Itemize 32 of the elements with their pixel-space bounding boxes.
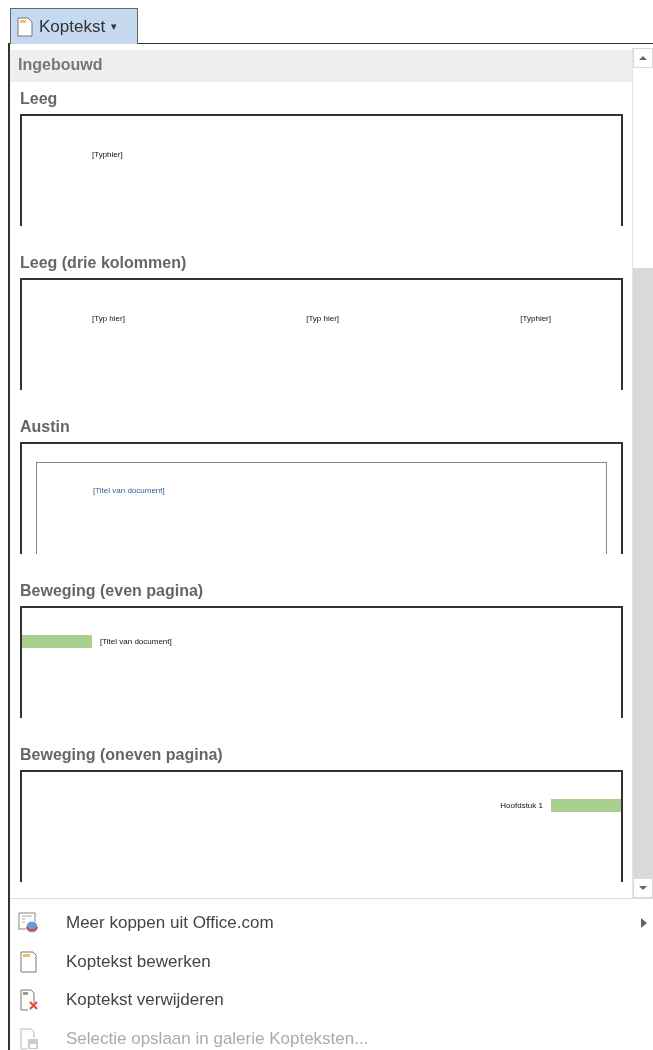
gallery-item-title: Austin — [19, 417, 71, 437]
menu-item[interactable]: Koptekst bewerken — [10, 942, 653, 981]
header-preview[interactable]: [Typhier] — [20, 114, 623, 226]
globe-icon — [18, 912, 40, 935]
page-number-bar — [551, 799, 621, 812]
gallery-item-title: Leeg (drie kolommen) — [19, 253, 188, 273]
menu-item[interactable]: Meer koppen uit Office.com — [10, 904, 653, 943]
header-preview[interactable]: [Titel van document] — [20, 442, 623, 554]
preview-text: [Titel van document] — [93, 486, 165, 495]
header-preview[interactable]: [Typ hier] [Typ hier] [Typhier] — [20, 278, 623, 390]
scroll-up-icon[interactable] — [634, 49, 652, 67]
header-dropdown-button[interactable]: Koptekst ▾ — [10, 8, 138, 44]
section-header: Ingebouwd — [10, 50, 632, 82]
preview-text: [Typ hier] — [92, 314, 125, 323]
preview-text: [Typhier] — [520, 314, 551, 323]
scroll-thumb[interactable] — [633, 68, 653, 268]
gallery-item-title: Beweging (oneven pagina) — [19, 745, 224, 765]
preview-text: [Typhier] — [92, 150, 123, 159]
gallery-item-title: Beweging (even pagina) — [19, 581, 205, 601]
menu-item[interactable]: Koptekst verwijderen — [10, 981, 653, 1020]
page-number-bar — [22, 635, 92, 648]
gallery-item-title: Leeg — [19, 89, 59, 109]
page-icon — [17, 16, 33, 37]
preview-text: [Titel van document] — [100, 637, 172, 646]
header-preview[interactable]: [Titel van document] — [20, 606, 623, 718]
page-icon — [18, 950, 40, 973]
scrollbar[interactable] — [632, 48, 653, 898]
preview-text: [Typ hier] — [306, 314, 340, 323]
preview-text: Hoofdstuk 1 — [500, 801, 543, 810]
scroll-down-icon[interactable] — [634, 879, 652, 897]
page-delete-icon — [18, 989, 40, 1012]
header-preview[interactable]: Hoofdstuk 1 — [20, 770, 623, 882]
